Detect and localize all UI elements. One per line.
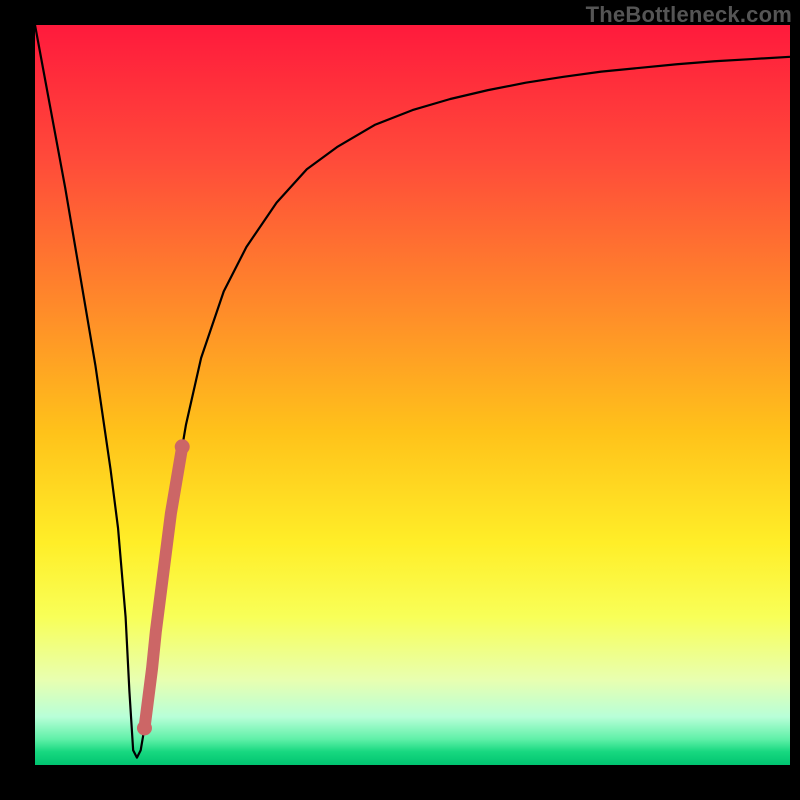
chart-container: TheBottleneck.com: [0, 0, 800, 800]
highlight-bottom-dot: [137, 721, 152, 736]
attribution-text: TheBottleneck.com: [586, 2, 792, 28]
highlight-top-dot: [175, 439, 190, 454]
bottleneck-curve-chart: [0, 0, 800, 800]
